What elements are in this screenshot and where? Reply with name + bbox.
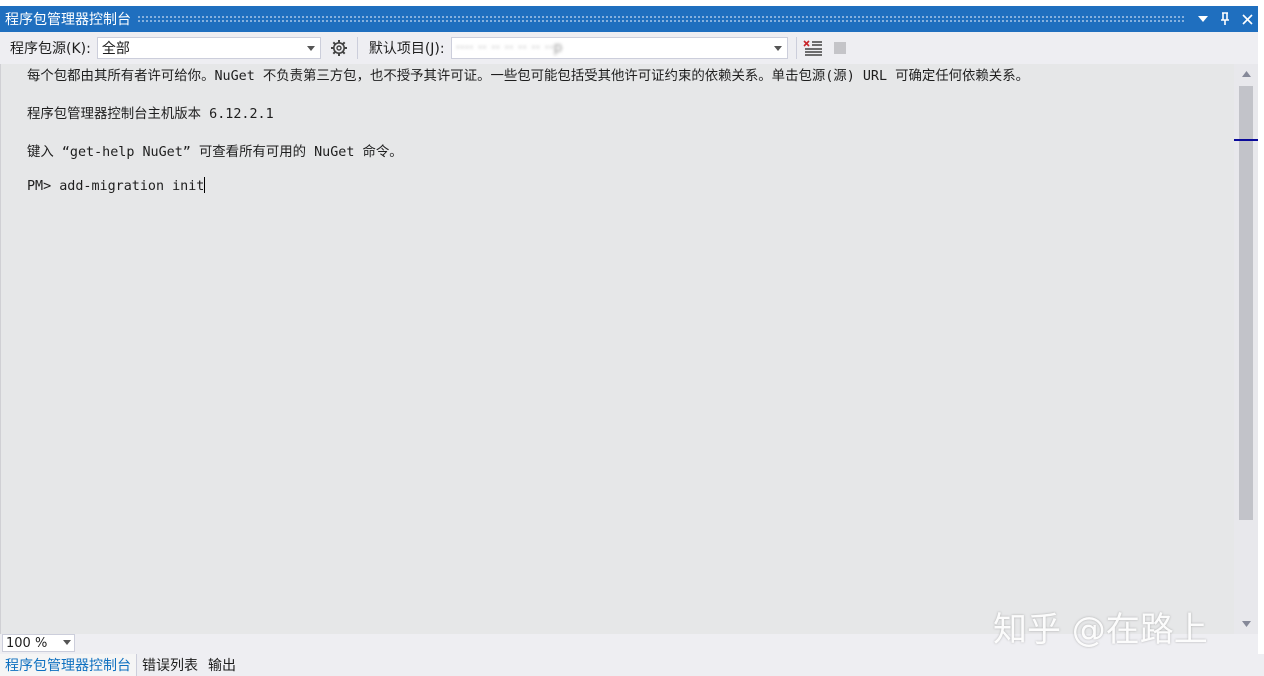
package-source-value: 全部: [101, 41, 130, 57]
tool-window-title-bar: 程序包管理器控制台: [0, 6, 1258, 32]
default-project-dropdown[interactable]: ···· ·· ·· ·· ·· ·· ··p: [450, 37, 788, 59]
chevron-down-icon: [305, 38, 317, 58]
zoom-value: 100 %: [6, 635, 48, 651]
scrollbar-position-marker: [1234, 139, 1258, 141]
window-title: 程序包管理器控制台: [5, 12, 131, 28]
settings-gear-icon[interactable]: [329, 38, 349, 58]
stop-command-icon[interactable]: [829, 37, 851, 59]
console-line-help: 键入 “get-help NuGet” 可查看所有可用的 NuGet 命令。: [27, 145, 403, 160]
scroll-down-icon[interactable]: [1234, 614, 1258, 634]
window-edge: [1258, 0, 1264, 654]
console-command-line[interactable]: PM> add-migration init: [27, 177, 206, 194]
tab-output[interactable]: 输出: [203, 654, 241, 676]
console-prompt-text: PM> add-migration init: [27, 179, 205, 194]
clear-console-icon[interactable]: [802, 37, 824, 59]
console-line-host-version: 程序包管理器控制台主机版本 6.12.2.1: [27, 107, 274, 122]
title-bar-grip[interactable]: [137, 15, 1186, 23]
vertical-scrollbar[interactable]: [1234, 64, 1258, 634]
default-project-label: 默认项目(J):: [368, 41, 445, 57]
console-toolbar: 程序包源(K): 全部 默认项目(J): ···· ·· ·· ·· ·· ··…: [0, 32, 1258, 64]
close-icon[interactable]: [1236, 8, 1258, 30]
text-cursor: [204, 177, 206, 193]
toolbar-separator: [795, 37, 797, 59]
tool-window-tabs: 程序包管理器控制台 错误列表 输出: [0, 654, 1264, 676]
watermark: 知乎 @在路上: [993, 610, 1208, 650]
toolbar-separator: [356, 37, 358, 59]
scroll-up-icon[interactable]: [1234, 64, 1258, 84]
default-project-value: ···· ·· ·· ·· ·· ·· ··p: [455, 40, 563, 56]
window-position-dropdown-icon[interactable]: [1192, 8, 1214, 30]
package-source-dropdown[interactable]: 全部: [96, 37, 321, 59]
tab-error-list[interactable]: 错误列表: [137, 654, 203, 676]
console-output-area[interactable]: 每个包都由其所有者许可给你。NuGet 不负责第三方包，也不授予其许可证。一些包…: [0, 64, 1234, 634]
scrollbar-thumb[interactable]: [1239, 86, 1253, 520]
package-source-label: 程序包源(K):: [10, 41, 91, 57]
chevron-down-icon: [63, 639, 71, 647]
console-line-license: 每个包都由其所有者许可给你。NuGet 不负责第三方包，也不授予其许可证。一些包…: [27, 69, 1029, 84]
tab-package-manager-console[interactable]: 程序包管理器控制台: [0, 654, 137, 676]
chevron-down-icon: [772, 38, 784, 58]
zoom-dropdown[interactable]: 100 %: [2, 634, 75, 652]
pin-icon[interactable]: [1214, 8, 1236, 30]
